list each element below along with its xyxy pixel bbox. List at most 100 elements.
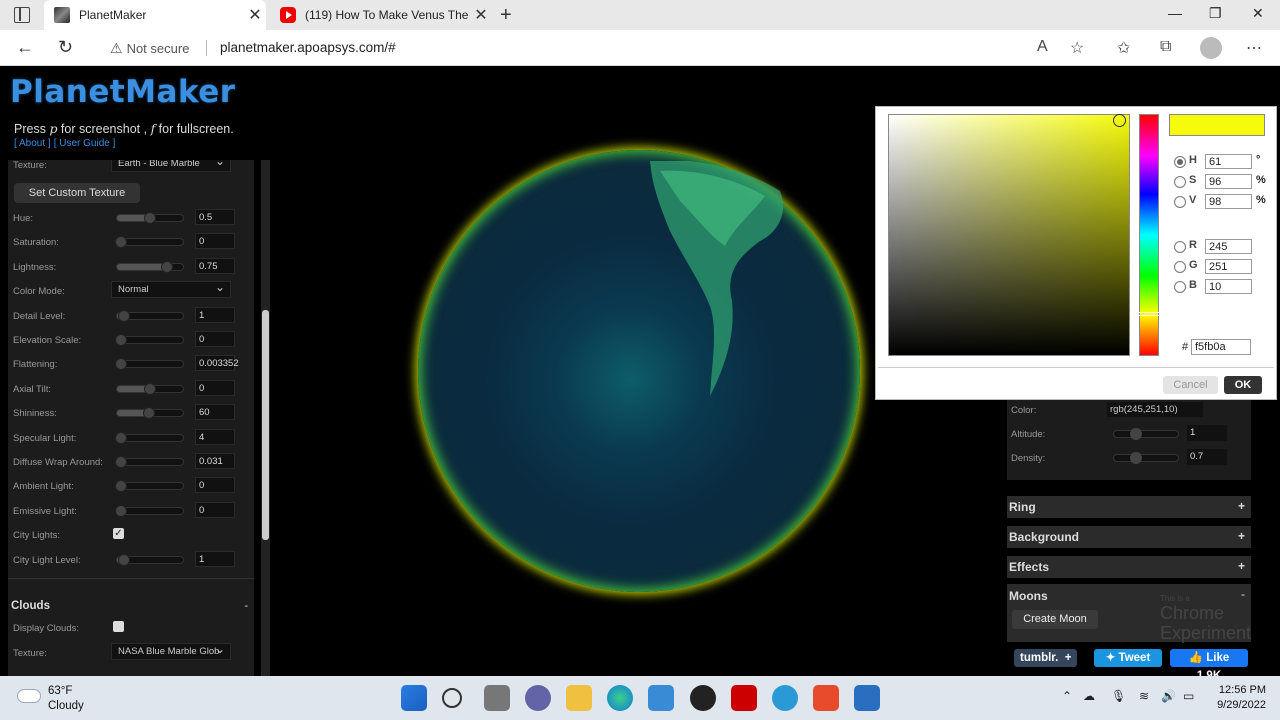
browser-app-icon[interactable] [772,685,798,711]
density-slider[interactable] [1113,452,1179,464]
clouds-section-title[interactable]: Clouds [11,600,50,612]
new-tab-icon[interactable]: + [500,4,512,27]
control-slider[interactable] [115,334,184,346]
read-aloud-icon[interactable]: A [1037,38,1048,56]
about-link[interactable]: [ About ] [14,138,51,149]
control-value-input[interactable]: 0.5 [195,209,235,225]
r-radio[interactable] [1174,241,1186,253]
set-custom-texture-button[interactable]: Set Custom Texture [14,183,140,203]
r-input[interactable]: 245 [1205,239,1252,254]
add-favorite-icon[interactable]: ☆ [1070,38,1084,58]
favorites-icon[interactable]: ✩ [1117,38,1130,58]
color-value-field[interactable]: rgb(245,251,10) [1107,402,1203,417]
video-app-icon[interactable] [813,685,839,711]
control-value-input[interactable]: 0 [195,501,235,518]
chrome-experiment-badge[interactable]: This is a Chrome Experiment [1160,594,1251,643]
control-value-input[interactable]: 60 [195,404,235,421]
weather-widget[interactable]: 63°F Cloudy [18,684,84,714]
slider-knob[interactable] [115,431,127,444]
tab-actions-icon[interactable] [14,7,30,23]
mcafee-icon[interactable] [731,685,757,711]
texture-select[interactable]: Earth - Blue Marble [111,160,231,172]
control-slider[interactable] [115,480,184,493]
v-input[interactable]: 98 [1205,194,1252,209]
left-panel-scrollbar[interactable] [261,160,270,676]
show-hidden-icons[interactable]: ⌃ [1062,689,1072,703]
slider-knob[interactable] [115,504,127,517]
close-tab-icon[interactable]: ✕ [470,5,492,25]
edge-icon[interactable] [607,685,633,711]
hue-slider[interactable] [1139,114,1159,356]
cancel-button[interactable]: Cancel [1163,376,1218,394]
ring-section[interactable]: Ring + [1007,496,1251,518]
facebook-like-button[interactable]: 👍 Like 1.9K [1170,649,1248,676]
tab-youtube[interactable]: (119) How To Make Venus The S ✕ [270,0,492,30]
control-slider[interactable] [115,236,184,249]
url-field[interactable]: planetmaker.apoapsys.com/# [220,40,396,55]
color-cursor[interactable] [1113,114,1126,127]
collections-icon[interactable]: ⧉ [1160,38,1171,56]
control-value-input[interactable]: 0 [195,233,235,250]
scrollbar-thumb[interactable] [262,310,269,540]
b-input[interactable]: 10 [1205,279,1252,294]
back-icon[interactable]: ← [16,37,34,58]
more-menu-icon[interactable]: ⋯ [1246,38,1262,58]
hex-input[interactable]: f5fb0a [1191,339,1251,355]
hue-slider-marker[interactable] [1138,312,1160,316]
control-value-input[interactable]: 0 [195,379,235,396]
moons-title[interactable]: Moons [1009,589,1048,603]
slider-knob[interactable] [115,480,127,493]
control-slider[interactable] [116,553,184,566]
slider-knob[interactable] [144,382,156,395]
expand-icon[interactable]: + [1238,559,1245,573]
g-input[interactable]: 251 [1205,259,1252,274]
file-explorer-icon[interactable] [566,685,592,711]
user-guide-link[interactable]: [ User Guide ] [54,138,116,149]
start-icon[interactable] [401,685,427,711]
chat-icon[interactable] [525,685,551,711]
control-slider[interactable] [116,260,184,273]
refresh-icon[interactable]: ↻ [58,37,73,58]
s-radio[interactable] [1174,176,1186,188]
saturation-value-area[interactable] [888,114,1130,356]
control-value-input[interactable]: 4 [195,428,235,445]
battery-icon[interactable]: ▭ [1183,689,1194,703]
app-icon[interactable] [690,685,716,711]
altitude-input[interactable]: 1 [1187,425,1227,441]
search-icon[interactable] [442,688,462,708]
expand-icon[interactable]: + [1238,529,1245,543]
control-slider[interactable] [115,456,184,468]
control-slider[interactable] [116,212,184,224]
v-radio[interactable] [1174,196,1186,208]
minimize-icon[interactable]: — [1168,5,1182,21]
color-mode-select[interactable]: Normal [111,280,231,299]
h-radio[interactable] [1174,156,1186,168]
control-value-input[interactable]: 0 [195,331,235,347]
slider-knob[interactable] [117,309,130,322]
tumblr-button[interactable]: tumblr. + [1014,649,1078,667]
clouds-collapse-icon[interactable]: - [244,600,248,612]
profile-avatar[interactable] [1200,37,1222,59]
control-slider[interactable] [116,382,184,395]
control-slider[interactable] [115,431,184,444]
background-section[interactable]: Background + [1007,526,1251,548]
microphone-icon[interactable]: 🎙 [1111,689,1126,703]
close-tab-icon[interactable]: ✕ [244,5,266,25]
h-input[interactable]: 61 [1205,154,1252,169]
control-slider[interactable] [116,309,184,322]
expand-icon[interactable]: + [1238,499,1245,513]
slider-knob[interactable] [144,212,156,224]
slider-knob[interactable] [142,407,155,420]
slider-knob[interactable] [115,358,127,371]
slider-knob[interactable] [115,334,127,346]
control-slider[interactable] [116,407,184,420]
slider-knob[interactable] [115,456,127,468]
planet-render[interactable] [418,150,860,592]
slider-knob[interactable] [115,236,127,249]
create-moon-button[interactable]: Create Moon [1012,610,1098,629]
slider-knob[interactable] [1130,452,1142,464]
slider-knob[interactable] [117,553,130,566]
control-value-input[interactable]: 0.75 [195,257,235,274]
control-value-input[interactable]: 1 [195,306,235,323]
control-value-input[interactable]: 0.003352 [195,355,239,372]
